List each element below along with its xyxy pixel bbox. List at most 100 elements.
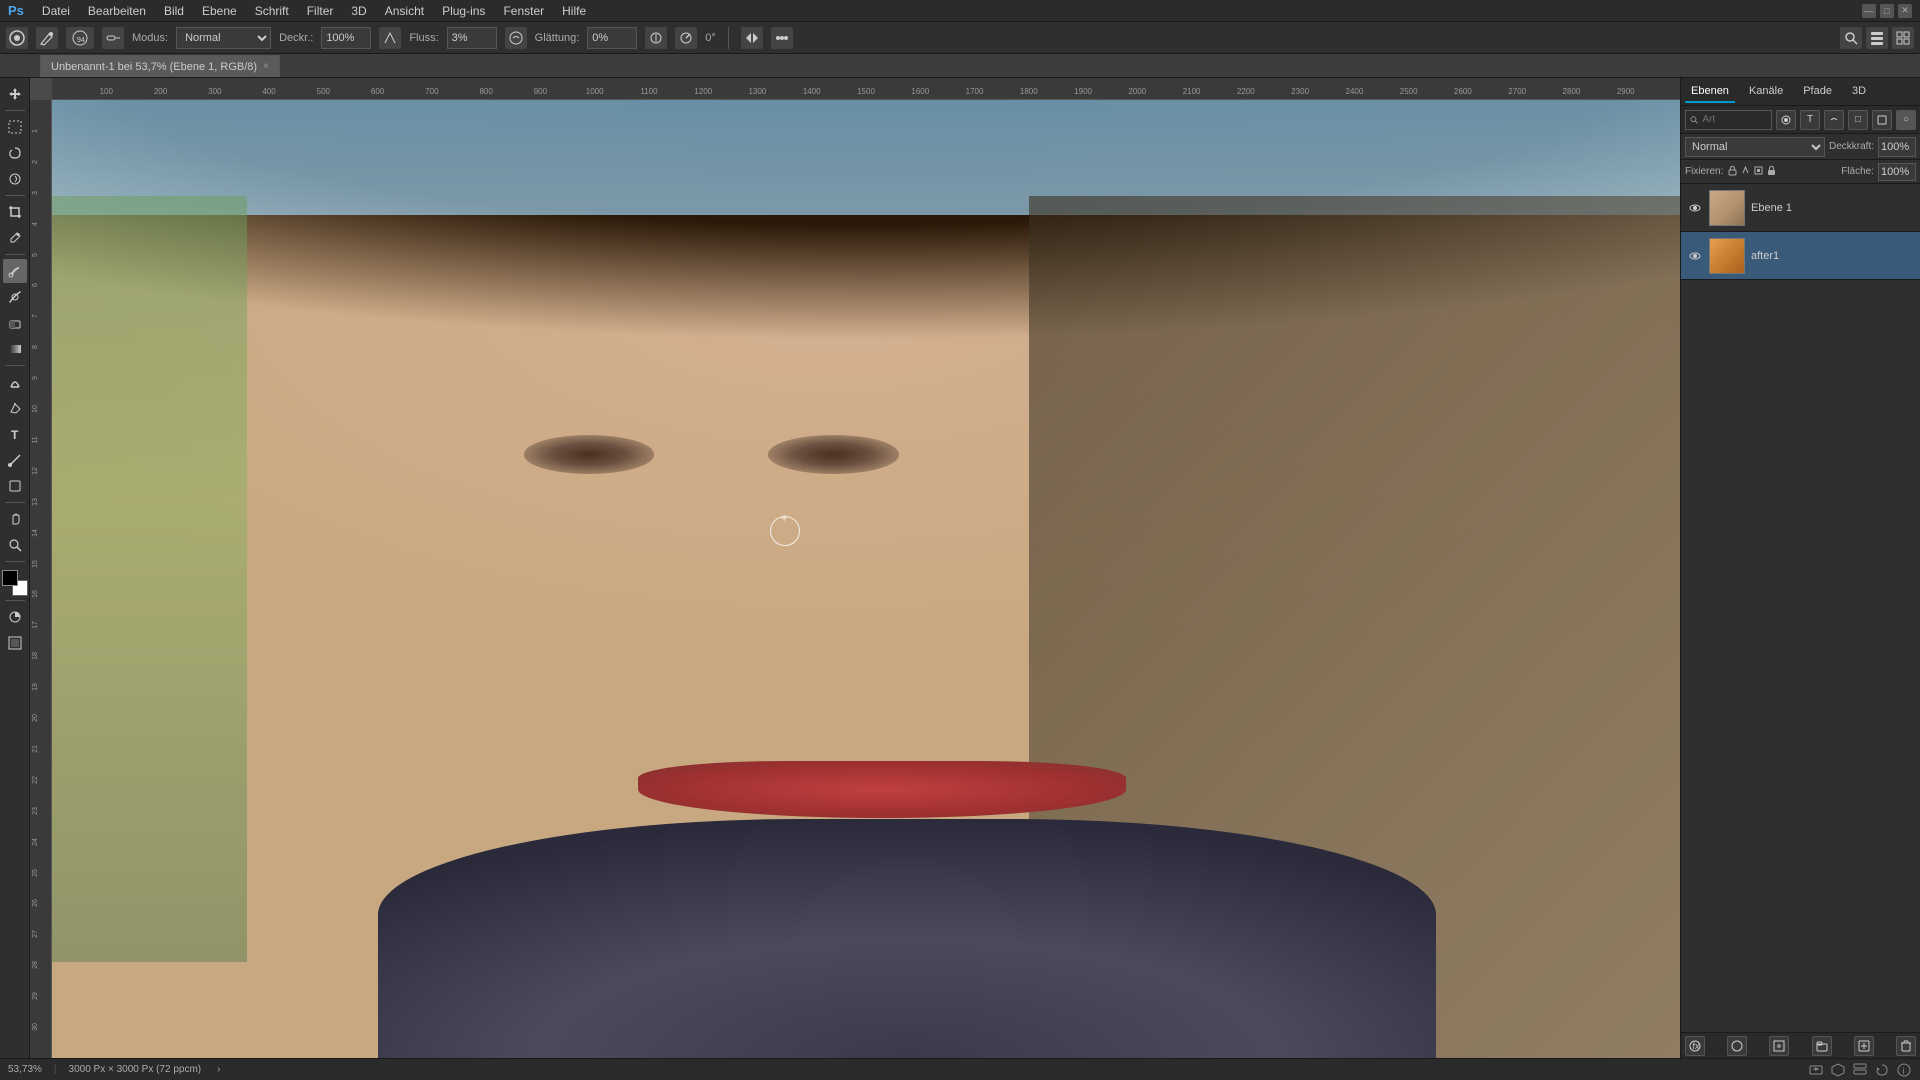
brush-size-icon[interactable]: 94: [66, 27, 94, 49]
menu-plugins[interactable]: Plug-ins: [434, 2, 493, 20]
menu-3d[interactable]: 3D: [343, 2, 374, 20]
arrange-documents[interactable]: [1892, 27, 1914, 49]
type-tool[interactable]: T: [3, 422, 27, 446]
clone-stamp-tool[interactable]: [3, 285, 27, 309]
tab-ebenen[interactable]: Ebenen: [1685, 81, 1735, 103]
pen-tool[interactable]: [3, 396, 27, 420]
brush-tool-icon[interactable]: [36, 27, 58, 49]
ruler-top-mark: 1000: [586, 87, 604, 96]
menu-filter[interactable]: Filter: [299, 2, 342, 20]
move-tool[interactable]: [3, 82, 27, 106]
lock-transparent-icon[interactable]: [1727, 165, 1738, 179]
eyedropper-tool[interactable]: [3, 226, 27, 250]
document-tab[interactable]: Unbenannt-1 bei 53,7% (Ebene 1, RGB/8) ×: [40, 55, 280, 77]
layer-comp-icon[interactable]: [1852, 1062, 1868, 1078]
app-logo: Ps: [8, 3, 24, 18]
add-layer-style-button[interactable]: fx: [1685, 1036, 1705, 1056]
color-swatches[interactable]: [2, 570, 28, 596]
ruler-left-mark: 13: [32, 498, 39, 506]
angle-input[interactable]: [675, 27, 697, 49]
shape-tool[interactable]: [3, 474, 27, 498]
screen-mode[interactable]: [3, 631, 27, 655]
foreground-color-swatch[interactable]: [2, 570, 18, 586]
layer-visibility-ebene1[interactable]: [1687, 200, 1703, 216]
tab-pfade[interactable]: Pfade: [1797, 81, 1838, 103]
tab-3d[interactable]: 3D: [1846, 81, 1872, 103]
ruler-left-mark: 15: [32, 560, 39, 568]
eraser-tool[interactable]: [3, 311, 27, 335]
layers-search-input[interactable]: [1702, 114, 1767, 125]
ruler-left-mark: 23: [32, 807, 39, 815]
menu-bild[interactable]: Bild: [156, 2, 192, 20]
info-icon[interactable]: i: [1896, 1062, 1912, 1078]
layer-smart-filter[interactable]: [1872, 110, 1892, 130]
menu-schrift[interactable]: Schrift: [247, 2, 297, 20]
toggle-airbrush[interactable]: [102, 27, 124, 49]
menu-ansicht[interactable]: Ansicht: [377, 2, 432, 20]
menu-datei[interactable]: Datei: [34, 2, 78, 20]
ruler-top-mark: 300: [208, 87, 221, 96]
new-layer-group-button[interactable]: [1812, 1036, 1832, 1056]
pen-pressure-opacity[interactable]: [379, 27, 401, 49]
opacity-label: Deckkraft:: [1829, 141, 1874, 152]
layer-blend-mode-dropdown[interactable]: Normal Multiplizieren Abwedeln: [1685, 137, 1825, 157]
layer-adjust-filter[interactable]: [1824, 110, 1844, 130]
workspace-switcher[interactable]: [1866, 27, 1888, 49]
tab-kanaele[interactable]: Kanäle: [1743, 81, 1789, 103]
zoom-tool[interactable]: [3, 533, 27, 557]
menu-ebene[interactable]: Ebene: [194, 2, 245, 20]
search-icon[interactable]: [1840, 27, 1862, 49]
flow-input[interactable]: [447, 27, 497, 49]
brush-mode-dropdown[interactable]: Normal Multiplizieren Abwedeln: [176, 27, 271, 49]
layer-text-filter[interactable]: T: [1800, 110, 1820, 130]
smoothing-options[interactable]: [645, 27, 667, 49]
gradient-tool[interactable]: [3, 337, 27, 361]
lock-position-icon[interactable]: [1740, 165, 1751, 179]
delete-layer-button[interactable]: [1896, 1036, 1916, 1056]
brush-options-extra[interactable]: [771, 27, 793, 49]
new-layer-button[interactable]: [1854, 1036, 1874, 1056]
new-fill-layer-button[interactable]: [1769, 1036, 1789, 1056]
layer-visibility-after1[interactable]: [1687, 248, 1703, 264]
opacity-input[interactable]: [1878, 137, 1916, 157]
tool-preset-picker[interactable]: [6, 27, 28, 49]
layer-type-filter[interactable]: [1776, 110, 1796, 130]
crop-tool[interactable]: [3, 200, 27, 224]
layer-name-ebene1: Ebene 1: [1751, 202, 1914, 214]
smoothing-input[interactable]: [587, 27, 637, 49]
quick-selection-tool[interactable]: [3, 167, 27, 191]
close-button[interactable]: ✕: [1898, 4, 1912, 18]
maximize-button[interactable]: □: [1880, 4, 1894, 18]
menu-bearbeiten[interactable]: Bearbeiten: [80, 2, 154, 20]
layer-filter-toggle[interactable]: ○: [1896, 110, 1916, 130]
lock-all-icon[interactable]: [1766, 165, 1777, 179]
ruler-top-mark: 2400: [1345, 87, 1363, 96]
dodge-tool[interactable]: [3, 370, 27, 394]
canvas-image[interactable]: [52, 100, 1680, 1058]
minimize-button[interactable]: —: [1862, 4, 1876, 18]
tab-close-button[interactable]: ×: [263, 61, 269, 72]
coverage-input[interactable]: [321, 27, 371, 49]
history-icon[interactable]: [1874, 1062, 1890, 1078]
ruler-top-mark: 2100: [1183, 87, 1201, 96]
smoothing-settings[interactable]: [505, 27, 527, 49]
fill-input[interactable]: [1878, 163, 1916, 181]
ruler-left: 1234567891011121314151617181920212223242…: [30, 100, 52, 1058]
layer-item-ebene1[interactable]: Ebene 1: [1681, 184, 1920, 232]
timeline-icon[interactable]: [1808, 1062, 1824, 1078]
lock-artboards-icon[interactable]: [1753, 165, 1764, 179]
quick-mask-mode[interactable]: [3, 605, 27, 629]
path-selection-tool[interactable]: [3, 448, 27, 472]
hand-tool[interactable]: [3, 507, 27, 531]
spot-healing-brush-tool[interactable]: [3, 259, 27, 283]
svg-text:fx: fx: [1693, 1041, 1701, 1051]
layer-shape-filter[interactable]: □: [1848, 110, 1868, 130]
3d-icon[interactable]: [1830, 1062, 1846, 1078]
symmetry-paint[interactable]: [741, 27, 763, 49]
layer-item-after1[interactable]: after1: [1681, 232, 1920, 280]
add-layer-mask-button[interactable]: [1727, 1036, 1747, 1056]
menu-hilfe[interactable]: Hilfe: [554, 2, 594, 20]
menu-fenster[interactable]: Fenster: [495, 2, 552, 20]
rectangular-marquee-tool[interactable]: [3, 115, 27, 139]
lasso-tool[interactable]: [3, 141, 27, 165]
